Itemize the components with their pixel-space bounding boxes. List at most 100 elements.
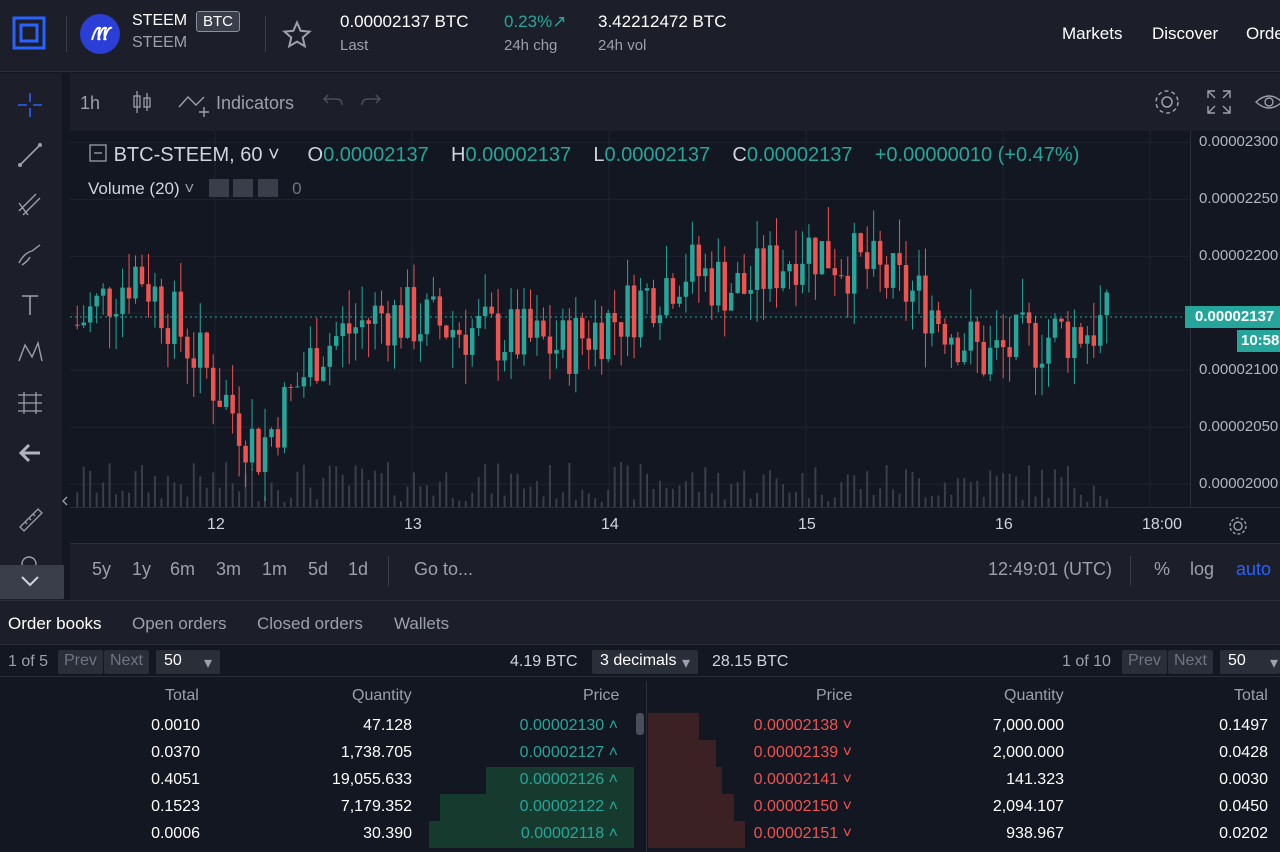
nav-discover[interactable]: Discover [1152, 24, 1218, 44]
tab-wallets[interactable]: Wallets [394, 614, 449, 634]
bid-page-size-select[interactable]: 50 ▾ [156, 650, 220, 674]
ask-row[interactable]: 0.00002141 ˅ 141.323 0.0030 [0, 767, 1280, 794]
candle-body [722, 261, 727, 311]
candles-style-icon[interactable] [130, 89, 154, 115]
fullscreen-icon[interactable] [1204, 87, 1234, 117]
volume-label[interactable]: Volume (20) [88, 179, 180, 198]
prediction-tool-icon[interactable] [14, 387, 46, 419]
volume-bar [782, 484, 785, 507]
percent-toggle[interactable]: % [1154, 559, 1170, 580]
volume-bar [794, 492, 797, 507]
trend-line-icon[interactable] [14, 139, 46, 171]
nav-markets[interactable]: Markets [1062, 24, 1122, 44]
caret-down-icon: ▾ [1269, 655, 1278, 672]
volume-bar [872, 494, 875, 507]
ask-row[interactable]: 0.00002138 ˅ 7,000.000 0.1497 [0, 713, 1280, 740]
ask-price[interactable]: 0.00002150 ˅ [754, 798, 852, 816]
range-5d[interactable]: 5d [308, 559, 328, 580]
time-tick-label: 15 [798, 516, 816, 533]
redo-icon[interactable] [360, 91, 382, 111]
log-toggle[interactable]: log [1190, 559, 1214, 580]
volume-bar [969, 481, 972, 507]
ruler-icon[interactable] [14, 503, 46, 535]
ask-price[interactable]: 0.00002141 ˅ [754, 771, 852, 789]
candle-body [580, 318, 585, 339]
settings-icon[interactable] [233, 179, 254, 197]
crosshair-icon[interactable] [14, 89, 46, 121]
ask-depth-bar [648, 794, 734, 821]
coin-subtitle: STEEM [132, 34, 188, 51]
goto-button[interactable]: Go to... [414, 559, 473, 580]
ask-price[interactable]: 0.00002151 ˅ [754, 825, 852, 843]
volume-bar [225, 462, 228, 507]
favorite-star-icon[interactable] [282, 20, 312, 50]
candle-body [774, 245, 779, 289]
time-axis[interactable]: 12 13 14 15 16 18:00 [70, 507, 1280, 543]
symbol-label[interactable]: BTC-STEEM, 60 [114, 144, 263, 166]
undo-icon[interactable] [322, 91, 344, 111]
chevron-down-icon[interactable]: ˅ [262, 144, 280, 166]
candle-body [495, 313, 501, 361]
candle-body [502, 352, 507, 361]
ask-row[interactable]: 0.00002150 ˅ 2,094.107 0.0450 [0, 794, 1280, 821]
candle-body [185, 336, 190, 359]
candle-body [664, 278, 669, 316]
tab-open-orders[interactable]: Open orders [132, 614, 227, 634]
ask-row[interactable]: 0.00002151 ˅ 938.967 0.0202 [0, 821, 1280, 848]
volume-bar [749, 498, 752, 507]
range-5y[interactable]: 5y [92, 559, 111, 580]
nav-orders[interactable]: Orde [1246, 24, 1280, 44]
bid-header-quantity: Quantity [352, 687, 412, 704]
bid-prev-button[interactable]: Prev [58, 650, 103, 674]
ask-next-button[interactable]: Next [1168, 650, 1213, 674]
text-tool-icon[interactable] [14, 289, 46, 321]
ask-price[interactable]: 0.00002139 ˅ [754, 744, 852, 762]
close-icon[interactable] [257, 179, 278, 197]
indicators-button[interactable]: Indicators [216, 93, 294, 114]
fib-tool-icon[interactable] [14, 189, 46, 221]
candle-body [334, 336, 339, 346]
range-3m[interactable]: 3m [216, 559, 241, 580]
candle-body [1033, 322, 1038, 368]
candle-body [793, 264, 799, 285]
volume-bar [885, 465, 888, 507]
decimals-select[interactable]: 3 decimals ▾ [592, 650, 698, 674]
range-1y[interactable]: 1y [132, 559, 151, 580]
price-axis[interactable]: 0.000023000.000022500.000022000.00002150… [1185, 131, 1280, 507]
candle-body [204, 332, 209, 368]
candle-body [223, 394, 229, 407]
candle-body [683, 281, 689, 297]
expand-toolbar-button[interactable] [0, 565, 64, 599]
range-1m[interactable]: 1m [262, 559, 287, 580]
interval-selector[interactable]: 1h [80, 93, 100, 114]
collapse-legend-icon[interactable] [88, 143, 108, 163]
range-1d[interactable]: 1d [348, 559, 368, 580]
brush-icon[interactable] [14, 239, 46, 271]
tab-closed-orders[interactable]: Closed orders [257, 614, 363, 634]
exchange-logo-icon[interactable] [12, 16, 46, 50]
settings-gear-icon[interactable] [1152, 87, 1182, 117]
tab-order-books[interactable]: Order books [8, 614, 102, 634]
eye-toggle-icon[interactable] [208, 179, 229, 197]
candle-body [819, 241, 825, 275]
chevron-down-icon[interactable]: ˅ [184, 179, 194, 198]
ask-page-size-select[interactable]: 50 ▾ [1220, 650, 1280, 674]
eye-icon[interactable] [1254, 87, 1280, 117]
axis-settings-icon[interactable] [1226, 514, 1250, 538]
collapse-handle[interactable] [60, 489, 70, 513]
volume-bar [633, 499, 636, 507]
ask-row[interactable]: 0.00002139 ˅ 2,000.000 0.0428 [0, 740, 1280, 767]
ask-prev-button[interactable]: Prev [1122, 650, 1167, 674]
bid-next-button[interactable]: Next [104, 650, 149, 674]
range-6m[interactable]: 6m [170, 559, 195, 580]
pattern-tool-icon[interactable] [14, 337, 46, 369]
ask-price[interactable]: 0.00002138 ˅ [754, 717, 852, 735]
utc-clock[interactable]: 12:49:01 (UTC) [988, 559, 1112, 580]
candle-body [210, 367, 216, 401]
last-price-value: 0.00002137 BTC [340, 12, 469, 31]
auto-toggle[interactable]: auto [1236, 559, 1271, 580]
volume-bar [147, 492, 150, 507]
time-tick-label: 18:00 [1142, 516, 1183, 533]
candle-body [411, 287, 417, 342]
arrow-left-icon[interactable] [14, 437, 46, 469]
